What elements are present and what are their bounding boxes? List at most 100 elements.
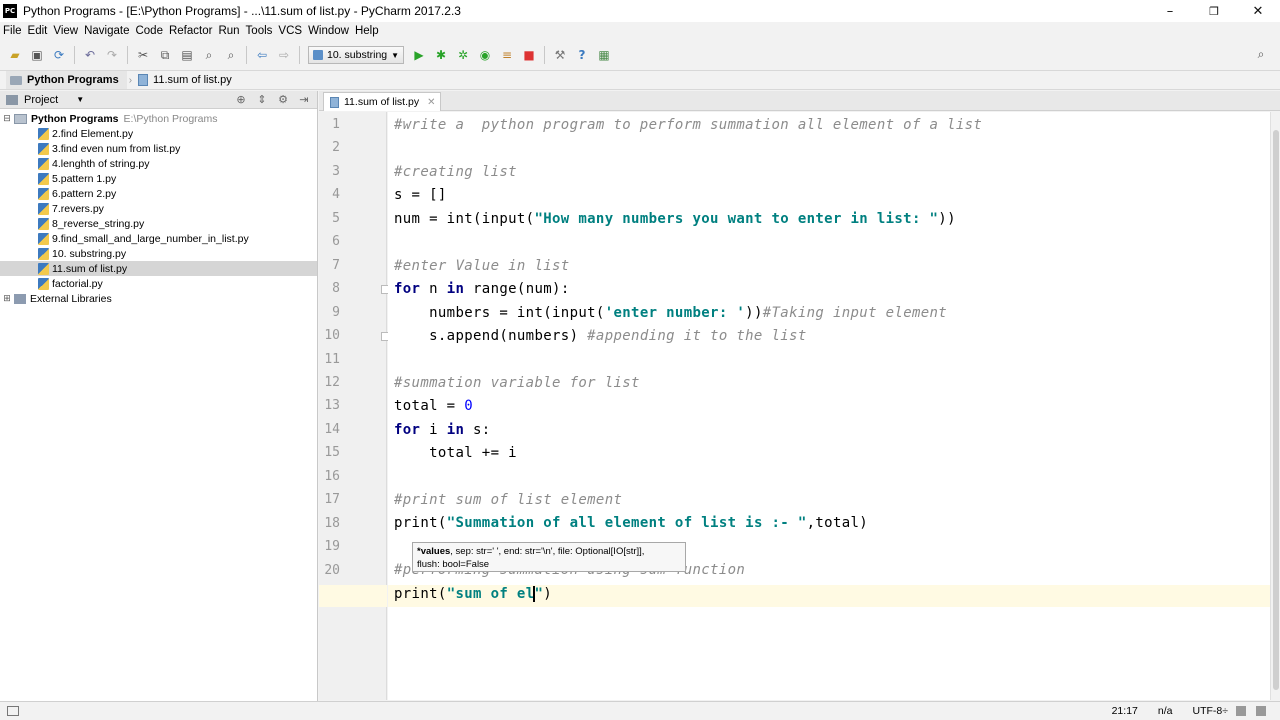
line-number: 5 bbox=[332, 210, 340, 226]
caret-position[interactable]: 21:17 bbox=[1112, 705, 1138, 717]
save-icon[interactable]: ▣ bbox=[29, 47, 45, 63]
forward-icon[interactable]: ⇨ bbox=[276, 47, 292, 63]
cut-icon[interactable]: ✂ bbox=[135, 47, 151, 63]
python-file-icon bbox=[38, 202, 49, 215]
file-encoding[interactable]: UTF-8÷ bbox=[1192, 705, 1228, 717]
lock-icon[interactable] bbox=[1236, 706, 1246, 716]
menu-refactor[interactable]: Refactor bbox=[169, 25, 217, 37]
code-line-5: num = int(input("How many numbers you wa… bbox=[394, 211, 956, 227]
tree-file[interactable]: 10. substring.py bbox=[0, 246, 317, 261]
toolbar-separator bbox=[127, 46, 128, 64]
menu-view[interactable]: View bbox=[53, 25, 83, 37]
code-line-4: s = [] bbox=[394, 187, 447, 203]
back-icon[interactable]: ⇦ bbox=[254, 47, 270, 63]
tree-file-label: 7.revers.py bbox=[52, 202, 104, 215]
editor-tab-active[interactable]: 11.sum of list.py ✕ bbox=[323, 92, 441, 111]
inspector-icon[interactable] bbox=[1256, 706, 1266, 716]
copy-icon[interactable]: ⧉ bbox=[157, 47, 173, 63]
breadcrumb-project-label: Python Programs bbox=[27, 74, 119, 86]
stop-icon[interactable]: ■ bbox=[521, 47, 537, 63]
editor-scrollbar[interactable] bbox=[1270, 112, 1280, 700]
paste-icon[interactable]: ▤ bbox=[179, 47, 195, 63]
search-icon[interactable]: ⌕ bbox=[1253, 46, 1269, 62]
code-editor[interactable] bbox=[388, 112, 1270, 700]
open-icon[interactable]: ▰ bbox=[7, 47, 23, 63]
menu-window[interactable]: Window bbox=[308, 25, 354, 37]
tree-root-label: Python Programs bbox=[31, 112, 119, 125]
python-file-icon bbox=[38, 232, 49, 245]
line-number: 7 bbox=[332, 257, 340, 273]
python-file-icon bbox=[38, 157, 49, 170]
debug-icon[interactable]: ✱ bbox=[433, 47, 449, 63]
code-line-17: #print sum of list element bbox=[394, 492, 623, 508]
tree-root[interactable]: ⊟ Python Programs E:\Python Programs bbox=[0, 111, 317, 126]
breadcrumb-file[interactable]: 11.sum of list.py bbox=[134, 71, 240, 89]
tree-file[interactable]: 5.pattern 1.py bbox=[0, 171, 317, 186]
minimize-button[interactable]: – bbox=[1148, 0, 1192, 22]
code-line-10: s.append(numbers) #appending it to the l… bbox=[394, 328, 807, 344]
close-tab-icon[interactable]: ✕ bbox=[427, 97, 435, 108]
close-button[interactable]: ✕ bbox=[1236, 0, 1280, 22]
tree-file[interactable]: 6.pattern 2.py bbox=[0, 186, 317, 201]
tooltip-line-2: flush: bool=False bbox=[417, 559, 490, 570]
find-icon[interactable]: ⌕ bbox=[201, 47, 217, 63]
tree-external-libraries[interactable]: ⊞ External Libraries bbox=[0, 291, 317, 306]
run-config-dropdown[interactable]: 10. substring ▼ bbox=[308, 46, 404, 64]
menu-help[interactable]: Help bbox=[355, 25, 384, 37]
code-line-1: #write a python program to perform summa… bbox=[394, 117, 983, 133]
settings-icon[interactable]: ⚒ bbox=[552, 47, 568, 63]
menu-file[interactable]: File bbox=[3, 25, 27, 37]
tree-root-path: E:\Python Programs bbox=[123, 112, 218, 125]
menu-code[interactable]: Code bbox=[135, 25, 168, 37]
undo-icon[interactable]: ↶ bbox=[82, 47, 98, 63]
tree-file-selected[interactable]: 11.sum of list.py bbox=[0, 261, 317, 276]
tree-file[interactable]: 2.find Element.py bbox=[0, 126, 317, 141]
gear-icon[interactable]: ⚙ bbox=[275, 93, 291, 106]
sdk-icon[interactable]: ▦ bbox=[596, 47, 612, 63]
line-separator-status[interactable]: n/a bbox=[1158, 705, 1173, 717]
python-file-icon bbox=[138, 74, 149, 86]
code-line-3: #creating list bbox=[394, 164, 517, 180]
python-file-icon bbox=[330, 96, 339, 108]
tree-file-label: 9.find_small_and_large_number_in_list.py bbox=[52, 232, 249, 245]
menu-vcs[interactable]: VCS bbox=[278, 25, 307, 37]
hide-icon[interactable]: ⇥ bbox=[296, 93, 312, 106]
code-line-14: for i in s: bbox=[394, 422, 491, 438]
collapse-toggle-icon[interactable]: ⊟ bbox=[2, 113, 12, 124]
expand-toggle-icon[interactable]: ⊞ bbox=[2, 293, 12, 304]
sync-icon[interactable]: ⟳ bbox=[51, 47, 67, 63]
menu-edit[interactable]: Edit bbox=[28, 25, 53, 37]
menu-navigate[interactable]: Navigate bbox=[84, 25, 134, 37]
tree-file[interactable]: 4.lenghth of string.py bbox=[0, 156, 317, 171]
collapse-icon[interactable]: ⇕ bbox=[254, 93, 270, 106]
tree-file-label: 8_reverse_string.py bbox=[52, 217, 145, 230]
menu-tools[interactable]: Tools bbox=[246, 25, 278, 37]
project-panel-tools: ⊕ ⇕ ⚙ ⇥ bbox=[233, 93, 317, 106]
line-number: 1 bbox=[332, 117, 340, 132]
tree-file-label: 10. substring.py bbox=[52, 247, 127, 260]
tree-file[interactable]: 7.revers.py bbox=[0, 201, 317, 216]
project-panel-title[interactable]: Project bbox=[24, 94, 58, 106]
coverage-icon[interactable]: ✲ bbox=[455, 47, 471, 63]
locate-icon[interactable]: ⊕ bbox=[233, 93, 249, 106]
menu-run[interactable]: Run bbox=[218, 25, 244, 37]
tree-file[interactable]: factorial.py bbox=[0, 276, 317, 291]
scrollbar-thumb[interactable] bbox=[1273, 130, 1279, 690]
breadcrumb-project[interactable]: Python Programs bbox=[6, 71, 127, 89]
tree-file[interactable]: 3.find even num from list.py bbox=[0, 141, 317, 156]
tree-file[interactable]: 9.find_small_and_large_number_in_list.py bbox=[0, 231, 317, 246]
chevron-down-icon[interactable]: ▼ bbox=[76, 95, 84, 104]
editor-tab-bar: 11.sum of list.py ✕ bbox=[319, 91, 1280, 111]
concurrency-icon[interactable]: ≡ bbox=[499, 47, 515, 63]
profile-icon[interactable]: ◉ bbox=[477, 47, 493, 63]
tree-file-label: 5.pattern 1.py bbox=[52, 172, 117, 185]
tool-windows-toggle-icon[interactable] bbox=[7, 706, 19, 716]
chevron-down-icon: ▼ bbox=[391, 50, 399, 60]
run-icon[interactable]: ▶ bbox=[411, 47, 427, 63]
toolbar-separator bbox=[246, 46, 247, 64]
replace-icon[interactable]: ⌕ bbox=[223, 47, 239, 63]
redo-icon[interactable]: ↷ bbox=[104, 47, 120, 63]
tree-file[interactable]: 8_reverse_string.py bbox=[0, 216, 317, 231]
restore-button[interactable]: ❐ bbox=[1192, 0, 1236, 22]
help-icon[interactable]: ? bbox=[574, 47, 590, 63]
